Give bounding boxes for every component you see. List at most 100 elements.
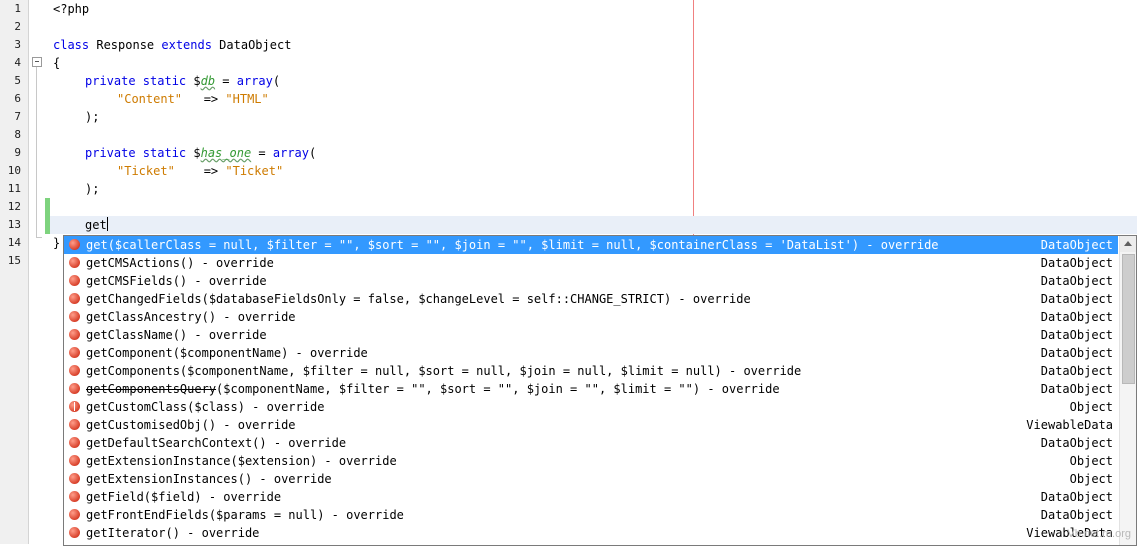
completion-item[interactable]: getFrontEndFields($params = null) - over… [64,506,1118,524]
method-params: ($componentName, $filter = null, $sort =… [179,364,722,378]
completion-item[interactable]: getComponent($componentName) - override D… [64,344,1118,362]
method-icon [69,491,80,502]
override-suffix: - override [216,418,296,432]
method-params: ($params = null) [208,508,325,522]
completion-item[interactable]: getExtensionInstances() - override Object [64,470,1118,488]
override-suffix: - override [324,508,404,522]
code-line-14: } [53,234,60,252]
completion-scrollbar[interactable] [1119,236,1136,545]
array-key-string: "Content" [117,92,183,106]
completion-item[interactable]: getChangedFields($databaseFieldsOnly = f… [64,290,1118,308]
text-caret [106,217,108,231]
php-open-tag: <?php [53,2,90,16]
scroll-up-arrow-icon[interactable] [1120,236,1136,252]
db-variable: db [200,74,216,88]
method-name: getChangedFields [86,292,202,306]
method-params: () [179,256,195,270]
watermark: Vb.net.ru.org [1067,528,1131,540]
completion-item[interactable]: getExtensionInstance($extension) - overr… [64,452,1118,470]
override-suffix: - override [859,238,939,252]
current-line-highlight [50,216,1137,234]
completion-signature: getComponents($componentName, $filter = … [86,362,801,380]
owner-class: DataObject [1040,238,1113,252]
override-suffix: - override [179,526,260,540]
completion-item[interactable]: getField($field) - override DataObject [64,488,1118,506]
line-number: 4 [14,56,21,69]
close-array: ); [85,110,100,124]
override-suffix: - override [187,274,267,288]
owner-class: DataObject [1040,292,1113,306]
array-key-string: "Ticket" [117,164,175,178]
method-name: getExtensionInstance [86,454,231,468]
method-icon [69,293,80,304]
class-keyword: class [53,38,90,52]
method-icon [69,365,80,376]
method-name: getComponentsQuery [86,382,217,396]
method-params: ($class) [187,400,245,414]
assign-operator: = [251,146,273,160]
close-brace: } [53,236,61,250]
line-number: 15 [7,254,21,267]
override-suffix: - override [194,256,274,270]
completion-signature: getExtensionInstance($extension) - overr… [86,452,397,470]
completion-item[interactable]: getCustomClass($class) - override Object [64,398,1118,416]
method-params: () [201,310,217,324]
scroll-thumb[interactable] [1122,254,1135,384]
method-params: () [172,274,188,288]
completion-signature: getComponentsQuery($componentName, $filt… [86,380,780,398]
completion-item[interactable]: getCustomisedObj() - override ViewableDat… [64,416,1118,434]
method-params: ($componentName) [172,346,289,360]
method-name: getCMSActions [86,256,180,270]
line-number: 9 [14,146,21,159]
array-keyword: array [236,74,273,88]
method-icon [69,509,80,520]
line-number: 1 [14,2,21,15]
override-suffix: - override [317,454,397,468]
method-name: getField [86,490,144,504]
code-line-9: private static $has_one = array( [85,144,316,162]
code-completion-popup[interactable]: get($callerClass = null, $filter = "", $… [63,235,1137,546]
method-params: ($componentName, $filter = "", $sort = "… [216,382,701,396]
owner-class: DataObject [1040,490,1113,504]
completion-item[interactable]: getCMSActions() - override DataObject [64,254,1118,272]
completion-item[interactable]: getIterator() - override ViewableData [64,524,1118,542]
line-number: 12 [7,200,21,213]
completion-item[interactable]: getDefaultSearchContext() - override Data… [64,434,1118,452]
fold-guide-end [36,237,42,238]
method-params: () [201,418,217,432]
completion-item[interactable]: getComponents($componentName, $filter = … [64,362,1118,380]
line-number: 13 [7,218,21,231]
method-params: () [252,436,267,450]
method-name: getFrontEndFields [86,508,209,522]
completion-item[interactable]: getCMSFields() - override DataObject [64,272,1118,290]
parent-class-name: DataObject [211,38,292,52]
private-static-keyword: private static [85,146,194,160]
completion-signature: getComponent($componentName) - override [86,344,368,362]
completion-item[interactable]: getClassAncestry() - override DataObject [64,308,1118,326]
line-number: 14 [7,236,21,249]
completion-item[interactable]: get($callerClass = null, $filter = "", $… [64,236,1118,254]
method-icon [69,329,80,340]
completion-signature: getFrontEndFields($params = null) - over… [86,506,404,524]
close-array: ); [85,182,100,196]
method-icon [69,527,80,538]
method-params: ($callerClass = null, $filter = "", $sor… [107,238,860,252]
owner-class: DataObject [1040,274,1113,288]
method-name: getCustomClass [86,400,188,414]
method-params: ($field) [143,490,202,504]
completion-signature: getClassName() - override [86,326,267,344]
method-icon [69,239,80,250]
owner-class: DataObject [1040,436,1113,450]
method-params: ($extension) [230,454,318,468]
completion-item[interactable]: getClassName() - override DataObject [64,326,1118,344]
override-suffix: - override [252,472,332,486]
override-suffix: - override [187,328,267,342]
completion-signature: getIterator() - override [86,524,259,542]
completion-item[interactable]: getComponentsQuery($componentName, $filt… [64,380,1118,398]
method-params: () [172,328,188,342]
arrow-operator: => [182,92,226,106]
open-brace: { [53,56,61,70]
assign-operator: = [215,74,237,88]
fold-collapse-icon[interactable] [32,57,42,67]
line-number: 3 [14,38,21,51]
